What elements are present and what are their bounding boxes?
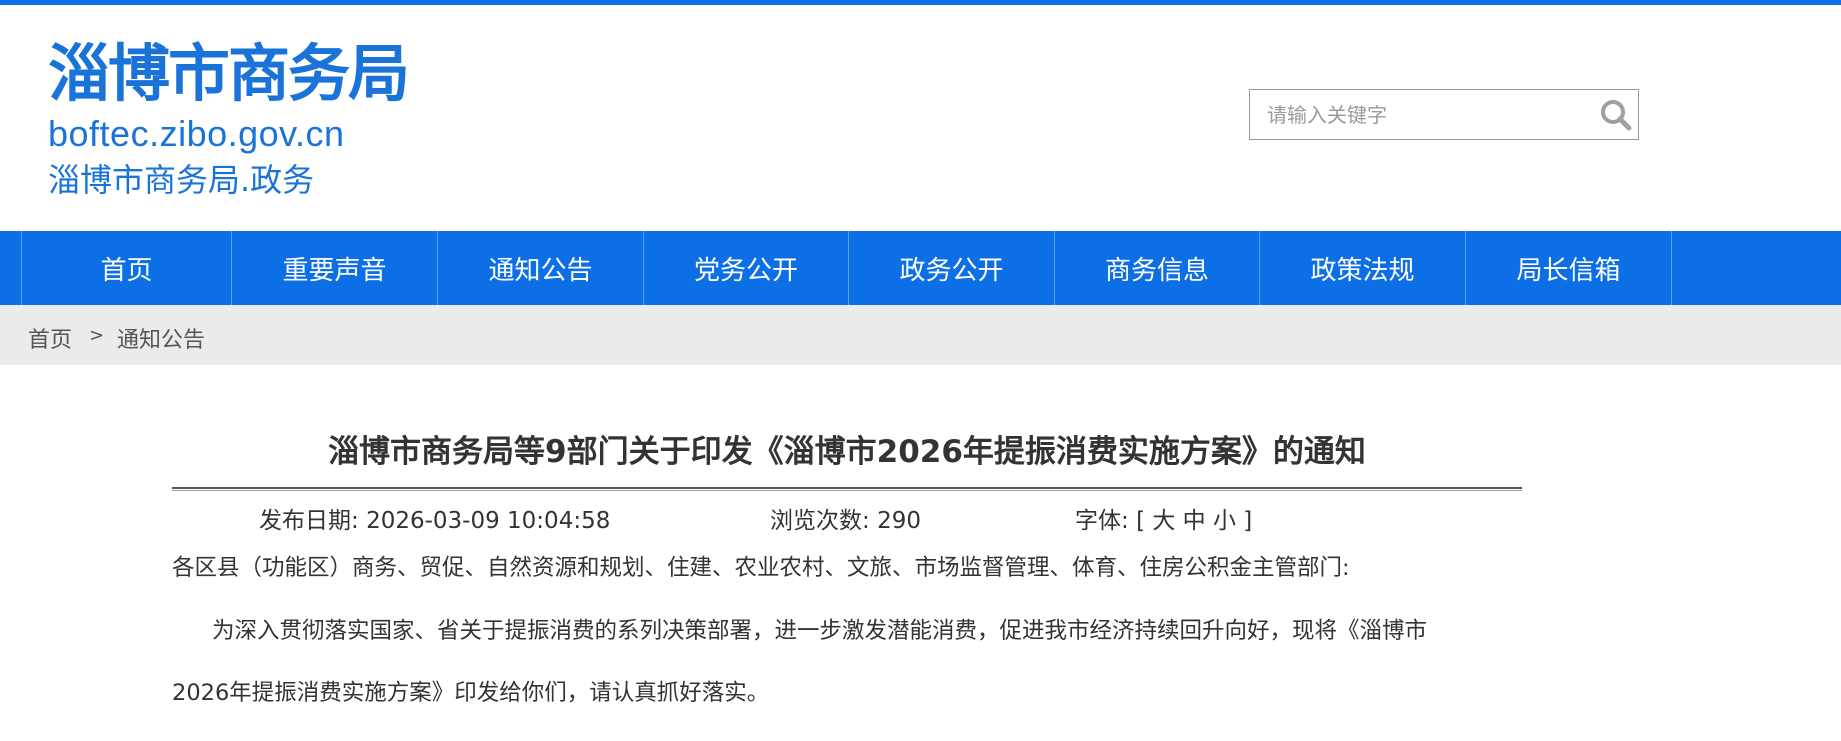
nav-divider xyxy=(1671,231,1672,305)
nav-item-party-affairs[interactable]: 党务公开 xyxy=(643,231,848,305)
nav-item-commerce-info[interactable]: 商务信息 xyxy=(1054,231,1259,305)
font-medium-button[interactable]: 中 xyxy=(1183,508,1206,534)
search-box xyxy=(1249,89,1639,140)
top-accent-bar xyxy=(0,0,1841,5)
main-nav: 首页 重要声音 通知公告 党务公开 政务公开 商务信息 政策法规 局长信箱 xyxy=(0,231,1841,305)
article-title: 淄博市商务局等9部门关于印发《淄博市2026年提振消费实施方案》的通知 xyxy=(328,434,1366,470)
site-logo[interactable]: 淄博市商务局 boftec.zibo.gov.cn 淄博市商务局.政务 xyxy=(48,37,410,200)
view-count-value: 290 xyxy=(877,508,921,534)
title-divider xyxy=(172,487,1522,491)
body-paragraph-line-1: 为深入贯彻落实国家、省关于提振消费的系列决策部署，进一步激发潜能消费，促进我市经… xyxy=(212,618,1428,644)
search-icon xyxy=(1601,100,1632,131)
nav-item-important-voices[interactable]: 重要声音 xyxy=(231,231,437,305)
view-count-label: 浏览次数: xyxy=(770,508,870,534)
font-size-label: 字体: xyxy=(1075,508,1129,534)
publish-date-value: 2026-03-09 10:04:58 xyxy=(366,508,611,534)
nav-item-home[interactable]: 首页 xyxy=(21,231,231,305)
body-paragraph-line-2: 2026年提振消费实施方案》印发给你们，请认真抓好落实。 xyxy=(172,680,770,706)
nav-item-policies[interactable]: 政策法规 xyxy=(1259,231,1465,305)
font-large-button[interactable]: 大 xyxy=(1152,508,1175,534)
logo-title: 淄博市商务局 xyxy=(48,37,410,110)
search-input[interactable] xyxy=(1251,91,1571,138)
recipients-line: 各区县（功能区）商务、贸促、自然资源和规划、住建、农业农村、文旅、市场监督管理、… xyxy=(172,555,1350,581)
logo-domain: boftec.zibo.gov.cn xyxy=(48,113,345,154)
breadcrumb: 首页 > 通知公告 xyxy=(0,305,1841,365)
breadcrumb-separator: > xyxy=(89,325,105,346)
publish-date-label: 发布日期: xyxy=(259,508,359,534)
view-count: 浏览次数: 290 xyxy=(770,506,921,536)
font-bracket-close: ] xyxy=(1243,508,1253,534)
nav-item-government-affairs[interactable]: 政务公开 xyxy=(848,231,1054,305)
breadcrumb-home-link[interactable]: 首页 xyxy=(28,322,72,354)
nav-item-notices[interactable]: 通知公告 xyxy=(437,231,643,305)
publish-date: 发布日期: 2026-03-09 10:04:58 xyxy=(259,506,610,536)
nav-item-director-mailbox[interactable]: 局长信箱 xyxy=(1465,231,1671,305)
font-small-button[interactable]: 小 xyxy=(1213,508,1236,534)
logo-subtitle: 淄博市商务局.政务 xyxy=(48,161,315,199)
font-size-controls: 字体: [ 大 中 小 ] xyxy=(1075,506,1252,536)
breadcrumb-current-link[interactable]: 通知公告 xyxy=(117,322,205,354)
search-button[interactable] xyxy=(1598,97,1634,133)
font-bracket-open: [ xyxy=(1136,508,1146,534)
